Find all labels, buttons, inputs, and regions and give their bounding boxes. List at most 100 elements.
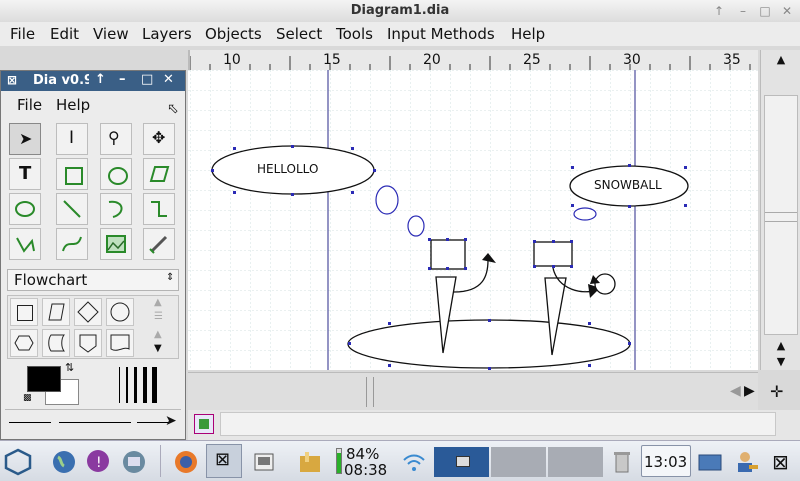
figure-2-ball[interactable] — [594, 273, 616, 295]
window-title: Diagram1.dia — [350, 3, 450, 18]
flowchart-preparation-icon[interactable] — [10, 329, 38, 357]
swap-colors-icon[interactable]: ⇅ — [65, 361, 74, 374]
maximize-icon[interactable]: □ — [757, 3, 773, 19]
menu-view[interactable]: View — [93, 25, 129, 43]
bezier-tool[interactable] — [56, 228, 88, 260]
close-icon[interactable]: ✕ — [779, 3, 795, 19]
flowchart-offpage-icon[interactable] — [74, 329, 102, 357]
arc-tool[interactable] — [100, 193, 132, 225]
scroll-up-icon[interactable]: ▲ — [764, 50, 798, 70]
figure-2-head[interactable] — [533, 241, 573, 267]
flowchart-parallelogram-icon[interactable] — [42, 298, 70, 326]
scroll-up-2-icon[interactable]: ▲ — [764, 338, 798, 354]
vscroll-thumb[interactable] — [764, 95, 798, 335]
hscroll-grip-icon[interactable] — [366, 377, 374, 407]
scroll-left-icon[interactable]: ◀ — [730, 383, 741, 399]
toolbox-maximize-icon[interactable]: □ — [141, 72, 153, 87]
menubar: File Edit View Layers Objects Select Too… — [0, 22, 800, 46]
flowchart-diamond-icon[interactable] — [74, 298, 102, 326]
restore-icon[interactable]: ↑ — [711, 3, 727, 19]
vertical-scrollbar[interactable]: ▲ ▲ ▼ — [760, 50, 800, 370]
text-tool[interactable]: T — [9, 158, 41, 190]
taskbar-dia-button[interactable]: ⊠ — [206, 444, 242, 478]
scroll-down-icon[interactable]: ▼ — [764, 354, 798, 370]
menu-input-methods[interactable]: Input Methods — [387, 25, 495, 43]
ellipse-tool[interactable] — [100, 158, 132, 190]
diagram-canvas[interactable]: HELLOLLO SNOWBALL — [188, 70, 758, 370]
bubble-small[interactable] — [407, 215, 425, 237]
ruler-label-10: 10 — [223, 52, 241, 68]
snowball-label: SNOWBALL — [594, 178, 662, 192]
menu-edit[interactable]: Edit — [50, 25, 79, 43]
mouse-cursor-icon: ⬁ — [167, 101, 179, 117]
scroll-tool[interactable]: ✥ — [143, 123, 175, 155]
text-edit-tool[interactable]: I — [56, 123, 88, 155]
flowchart-document-icon[interactable] — [106, 329, 134, 357]
image-viewer-icon[interactable] — [250, 448, 278, 476]
toolbox-titlebar[interactable]: ⊠ Dia v0.9 ↑ – □ ✕ — [1, 71, 185, 91]
line-width-selector[interactable] — [117, 367, 157, 403]
ruler-label-35: 35 — [723, 52, 741, 68]
layer-icon[interactable] — [194, 414, 214, 434]
trash-icon[interactable] — [608, 448, 636, 476]
toolbox-menu-help[interactable]: Help — [56, 96, 90, 114]
line-style-selector[interactable] — [59, 422, 131, 423]
bubble-snow[interactable] — [573, 207, 597, 221]
menu-layers[interactable]: Layers — [142, 25, 192, 43]
statusbar — [188, 410, 800, 440]
svg-text:!: ! — [96, 455, 102, 471]
foreground-color-top[interactable] — [27, 366, 61, 392]
flowchart-stored-data-icon[interactable] — [42, 329, 70, 357]
start-menu-icon[interactable] — [4, 448, 32, 476]
flowchart-circle-icon[interactable] — [106, 298, 134, 326]
pointer-tool[interactable]: ➤ — [9, 123, 41, 155]
default-colors-icon[interactable]: ▩ — [23, 393, 32, 403]
firefox-icon[interactable] — [172, 448, 200, 476]
zigzag-tool[interactable] — [143, 193, 175, 225]
line-tool[interactable] — [56, 193, 88, 225]
polyline-tool[interactable] — [9, 228, 41, 260]
toolbox-menu-file[interactable]: File — [17, 96, 42, 114]
navigation-cross-icon[interactable]: ✛ — [770, 382, 783, 401]
user-icon[interactable] — [732, 448, 760, 476]
network-settings-icon[interactable] — [120, 448, 148, 476]
workspace-2[interactable] — [491, 447, 546, 477]
show-desktop-icon[interactable] — [696, 448, 724, 476]
start-arrow-selector[interactable] — [9, 422, 51, 423]
toolbox-close-icon[interactable]: ✕ — [163, 72, 174, 87]
chat-icon[interactable]: ! — [84, 448, 112, 476]
figure-1-head[interactable] — [430, 239, 466, 270]
wifi-icon[interactable] — [400, 448, 428, 476]
menu-file[interactable]: File — [10, 25, 35, 43]
menu-select[interactable]: Select — [276, 25, 322, 43]
magnify-tool[interactable]: ⚲ — [100, 123, 132, 155]
outline-tool[interactable] — [143, 228, 175, 260]
minimize-icon[interactable]: – — [735, 3, 751, 19]
horizontal-scrollbar[interactable]: ◀ ▶ — [188, 372, 758, 411]
box-tool[interactable] — [56, 158, 88, 190]
polygon-tool[interactable] — [143, 158, 175, 190]
menu-help[interactable]: Help — [511, 25, 545, 43]
palette-scrollbar[interactable]: ▲ ☰ ▲ ▼ — [142, 297, 178, 357]
globe-icon[interactable] — [50, 448, 78, 476]
menu-objects[interactable]: Objects — [205, 25, 262, 43]
diagram-svg — [188, 70, 758, 370]
dia-tray-icon[interactable]: ⊠ — [768, 448, 796, 476]
scroll-right-icon[interactable]: ▶ — [744, 383, 755, 399]
sheet-select[interactable]: Flowchart ⇕ — [7, 269, 179, 291]
file-manager-icon[interactable] — [296, 448, 324, 476]
image-tool[interactable] — [100, 228, 132, 260]
ground-ellipse[interactable] — [347, 319, 631, 369]
clock-box[interactable]: 13:03 — [641, 445, 691, 477]
beziergon-tool[interactable] — [9, 193, 41, 225]
workspace-1[interactable] — [434, 447, 489, 477]
flowchart-box-icon[interactable] — [10, 298, 38, 326]
toolbox-up-icon[interactable]: ↑ — [95, 72, 106, 87]
window-titlebar: Diagram1.dia ↑ – □ ✕ — [0, 0, 800, 23]
workspace-3[interactable] — [548, 447, 603, 477]
battery-icon — [336, 448, 342, 474]
sheet-select-value: Flowchart — [14, 271, 88, 289]
menu-tools[interactable]: Tools — [336, 25, 373, 43]
bubble-large[interactable] — [375, 185, 399, 215]
toolbox-minimize-icon[interactable]: – — [119, 72, 126, 87]
